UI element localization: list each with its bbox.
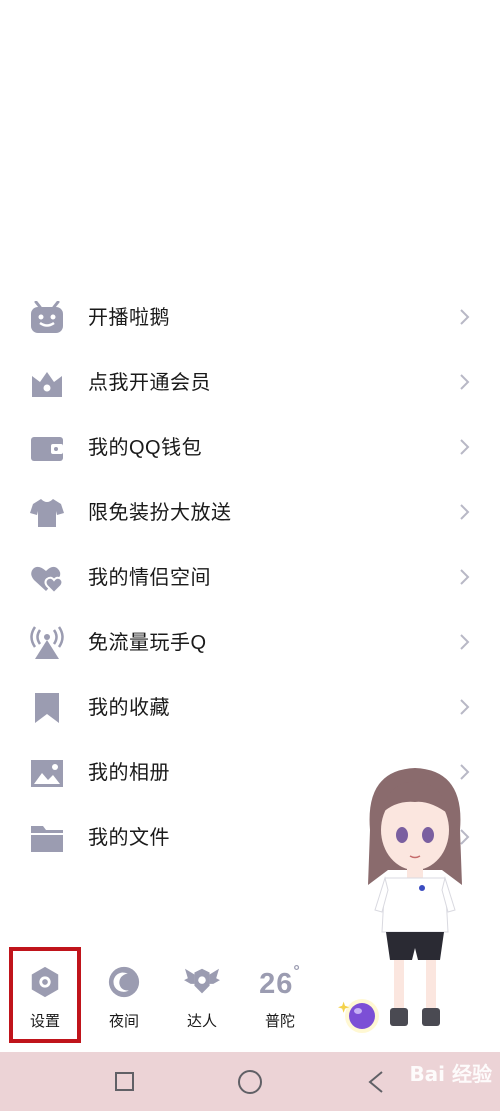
baidu-watermark: Bai 经验	[409, 1062, 492, 1086]
home-button[interactable]	[238, 1070, 262, 1094]
menu-item-label: 我的情侣空间	[88, 567, 211, 589]
menu-item-label: 免流量玩手Q	[88, 632, 207, 654]
chevron-right-icon	[458, 305, 472, 329]
menu-item-couple[interactable]: 我的情侣空间	[0, 545, 500, 610]
chevron-right-icon	[458, 435, 472, 459]
bookmark-icon	[29, 691, 65, 725]
weather-widget[interactable]: 26 ° 普陀	[245, 962, 315, 1032]
folder-icon	[29, 821, 65, 855]
menu-item-wallet[interactable]: 我的QQ钱包	[0, 415, 500, 480]
chevron-right-icon	[458, 565, 472, 589]
menu-item-label: 限免装扮大放送	[88, 502, 232, 524]
menu-item-free-data[interactable]: 免流量玩手Q	[0, 610, 500, 675]
photo-icon	[29, 756, 65, 790]
weather-city: 普陀	[264, 1013, 295, 1030]
menu-item-label: 我的QQ钱包	[88, 437, 203, 459]
back-button[interactable]	[366, 1069, 386, 1095]
menu-item-live[interactable]: 开播啦鹅	[0, 285, 500, 350]
menu-item-label: 开播啦鹅	[88, 307, 170, 329]
menu-item-label: 点我开通会员	[88, 372, 211, 394]
recent-apps-button[interactable]	[115, 1072, 134, 1091]
moon-icon	[107, 965, 141, 1004]
menu-item-label: 我的文件	[88, 827, 170, 849]
menu-item-label: 我的相册	[88, 762, 170, 784]
winged-badge-icon	[182, 965, 222, 1004]
signal-tower-icon	[29, 626, 65, 660]
menu-item-outfit[interactable]: 限免装扮大放送	[0, 480, 500, 545]
robot-tv-icon	[29, 301, 65, 335]
menu-item-favorites[interactable]: 我的收藏	[0, 675, 500, 740]
settings-highlight-box	[9, 947, 81, 1043]
tshirt-icon	[29, 496, 65, 530]
chevron-right-icon	[458, 370, 472, 394]
weather-temperature: 26	[259, 968, 294, 1000]
menu-item-vip[interactable]: 点我开通会员	[0, 350, 500, 415]
gem-icon[interactable]	[336, 990, 386, 1040]
crown-icon	[29, 366, 65, 400]
chevron-right-icon	[458, 695, 472, 719]
chevron-right-icon	[458, 630, 472, 654]
night-mode-button[interactable]: 夜间	[89, 962, 159, 1032]
expert-button[interactable]: 达人	[167, 962, 237, 1032]
weather-degree: °	[293, 963, 301, 980]
couple-heart-icon	[29, 561, 65, 595]
night-label: 夜间	[108, 1013, 139, 1030]
expert-label: 达人	[186, 1013, 217, 1030]
chevron-right-icon	[458, 500, 472, 524]
menu-item-label: 我的收藏	[88, 697, 170, 719]
wallet-icon	[29, 431, 65, 465]
